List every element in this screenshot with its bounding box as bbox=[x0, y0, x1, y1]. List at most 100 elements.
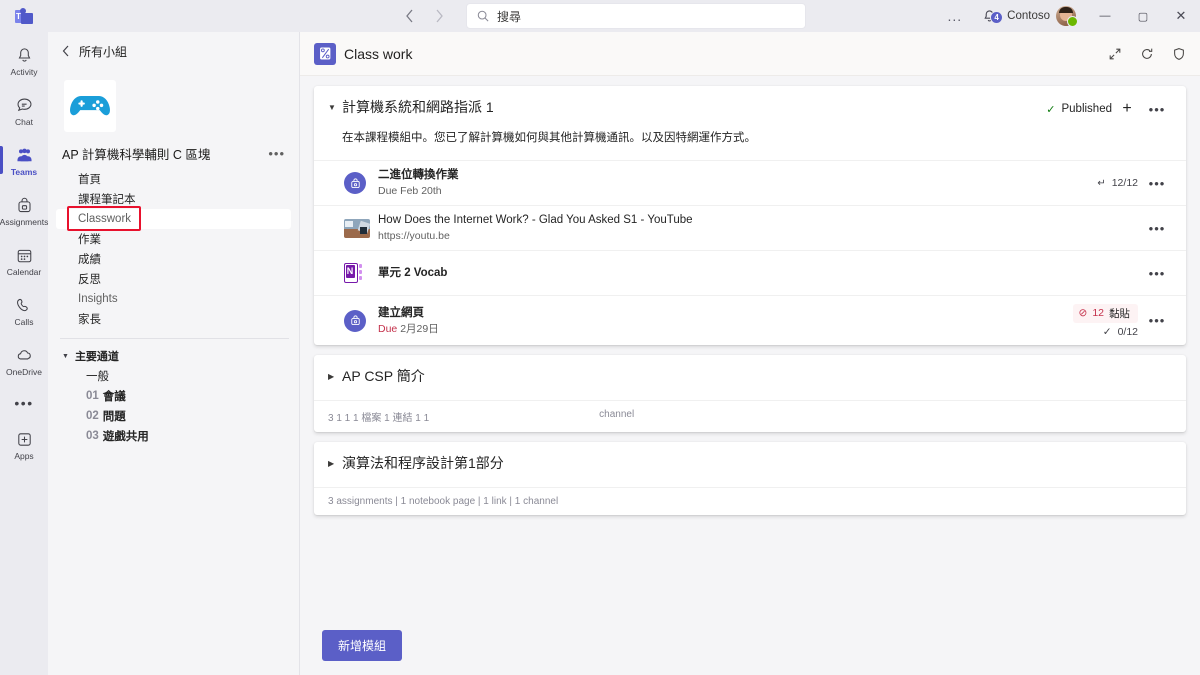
chevron-down-icon[interactable]: ▼ bbox=[328, 98, 342, 112]
add-resource-button[interactable]: + bbox=[1112, 100, 1142, 118]
rail-item-assignments[interactable]: Assignments bbox=[0, 186, 48, 236]
rail-label: Chat bbox=[15, 116, 33, 127]
minimize-button[interactable]: — bbox=[1086, 0, 1124, 32]
channel-label: 遊戲共用 bbox=[102, 431, 149, 443]
sidebar-item-label: Classwork bbox=[78, 213, 132, 225]
channel-item-03[interactable]: 03 遊戲共用 bbox=[56, 426, 291, 446]
sidebar-item-classwork[interactable]: Classwork bbox=[56, 206, 291, 231]
rail-item-activity[interactable]: Activity bbox=[0, 36, 48, 86]
assignment-icon bbox=[344, 309, 366, 332]
assignment-icon bbox=[344, 172, 366, 194]
search-placeholder: 搜尋 bbox=[497, 9, 522, 24]
published-label: Published bbox=[1061, 103, 1112, 115]
sidebar-item-home[interactable]: 首頁 bbox=[56, 169, 291, 189]
sidebar-item-label: 家長 bbox=[78, 314, 101, 326]
rail-item-calendar[interactable]: Calendar bbox=[0, 236, 48, 286]
add-module-button[interactable]: 新增模組 bbox=[322, 629, 403, 661]
check-icon: ✓ bbox=[1102, 325, 1112, 338]
pill-label: 黏貼 bbox=[1109, 307, 1130, 320]
channel-item-01[interactable]: 01 會議 bbox=[56, 386, 291, 406]
rail-item-onedrive[interactable]: OneDrive bbox=[0, 336, 48, 386]
main-header: Class work bbox=[300, 32, 1200, 76]
check-icon: ✓ bbox=[1046, 103, 1056, 116]
org-name-label: Contoso bbox=[1007, 10, 1050, 22]
module-card: ▶ 演算法和程序設計第1部分 3 assignments | 1 noteboo… bbox=[314, 442, 1186, 515]
close-button[interactable]: ✕ bbox=[1162, 0, 1200, 32]
channel-item-02[interactable]: 02 問題 bbox=[56, 406, 291, 426]
rail-label: OneDrive bbox=[6, 366, 42, 377]
item-more-button[interactable]: ••• bbox=[1142, 176, 1172, 191]
module-more-button[interactable]: ••• bbox=[1142, 102, 1172, 117]
search-icon bbox=[477, 10, 489, 22]
module-meta: 3 1 1 1 檔案 1 連結 1 1 channel bbox=[314, 400, 1186, 432]
channel-number: 02 bbox=[86, 410, 99, 422]
titlebar-more-button[interactable]: ... bbox=[937, 8, 972, 24]
footer-bar: 新增模組 bbox=[300, 615, 1200, 675]
sidebar-item-assignments[interactable]: 作業 bbox=[56, 229, 291, 249]
notifications-button[interactable]: 4 bbox=[972, 9, 1007, 24]
title-bar: T 搜尋 ... 4 Contoso — ▢ ✕ bbox=[0, 0, 1200, 32]
gamepad-icon bbox=[69, 91, 111, 121]
module-meta-extra: channel bbox=[599, 409, 635, 420]
module-header[interactable]: ▶ 演算法和程序設計第1部分 bbox=[314, 442, 1186, 487]
module-header[interactable]: ▼ 計算機系統和網路指派 1 在本課程模組中。您已了解計算機如何與其他計算機通訊… bbox=[314, 86, 1186, 146]
backpack-icon bbox=[15, 196, 34, 215]
rail-item-calls[interactable]: Calls bbox=[0, 286, 48, 336]
module-title: 計算機系統和網路指派 1 bbox=[342, 99, 494, 115]
shield-icon[interactable] bbox=[1172, 47, 1186, 61]
maximize-button[interactable]: ▢ bbox=[1124, 0, 1162, 32]
module-title: 演算法和程序設計第1部分 bbox=[342, 455, 504, 471]
sidebar-item-insights[interactable]: Insights bbox=[56, 289, 291, 309]
avatar[interactable] bbox=[1056, 6, 1078, 27]
turnin-value: 12/12 bbox=[1111, 177, 1138, 189]
search-input[interactable]: 搜尋 bbox=[466, 3, 806, 29]
list-item[interactable]: 建立網頁 Due 2月29日 ⊘ 12 黏貼 ✓ 0/12 ••• bbox=[314, 295, 1186, 345]
list-item[interactable]: N 單元 2 Vocab ••• bbox=[314, 250, 1186, 295]
sidebar-divider bbox=[60, 338, 289, 339]
item-more-button[interactable]: ••• bbox=[1142, 266, 1172, 281]
expand-icon[interactable] bbox=[1108, 47, 1122, 61]
channel-group-header[interactable]: ▼ 主要通道 bbox=[56, 346, 291, 366]
page-title: Class work bbox=[344, 45, 413, 62]
cloud-icon bbox=[15, 346, 34, 365]
sidebar-item-grades[interactable]: 成績 bbox=[56, 249, 291, 269]
back-to-teams-link[interactable]: 所有小組 bbox=[48, 34, 299, 68]
calendar-icon bbox=[15, 246, 34, 265]
item-more-button[interactable]: ••• bbox=[1142, 313, 1172, 328]
phone-icon bbox=[15, 296, 34, 315]
channel-label: 一般 bbox=[86, 371, 109, 383]
sidebar-item-parents[interactable]: 家長 bbox=[56, 309, 291, 329]
rail-item-chat[interactable]: Chat bbox=[0, 86, 48, 136]
module-meta-counts: 3 assignments | 1 notebook page | 1 link… bbox=[328, 496, 559, 507]
rail-more-button[interactable]: ••• bbox=[14, 386, 33, 420]
left-rail: Activity Chat Teams Assignments Calendar bbox=[0, 32, 48, 675]
back-button[interactable] bbox=[394, 2, 424, 30]
chevron-right-icon[interactable]: ▶ bbox=[328, 367, 342, 381]
graded-count: ✓ 0/12 bbox=[1103, 326, 1138, 338]
module-header[interactable]: ▶ AP CSP 簡介 bbox=[314, 355, 1186, 400]
rail-item-apps[interactable]: Apps bbox=[0, 420, 48, 470]
channel-item-general[interactable]: 一般 bbox=[56, 366, 291, 386]
list-item[interactable]: 二進位轉換作業 Due Feb 20th ↵ 12/12 ••• bbox=[314, 160, 1186, 205]
item-subtitle: Due 2月29日 bbox=[378, 322, 1073, 336]
item-subtitle: Due Feb 20th bbox=[378, 185, 442, 197]
channel-number: 01 bbox=[86, 390, 99, 402]
channel-group: ▼ 主要通道 一般 01 會議 02 問題 03 遊戲共用 bbox=[48, 346, 299, 446]
module-card: ▶ AP CSP 簡介 3 1 1 1 檔案 1 連結 1 1 channel bbox=[314, 355, 1186, 432]
forward-button[interactable] bbox=[424, 2, 454, 30]
refresh-icon[interactable] bbox=[1140, 47, 1154, 61]
item-more-button[interactable]: ••• bbox=[1142, 221, 1172, 236]
back-to-teams-label: 所有小組 bbox=[79, 44, 128, 59]
team-more-button[interactable]: ••• bbox=[268, 146, 287, 161]
sidebar-item-reflect[interactable]: 反思 bbox=[56, 269, 291, 289]
item-title: 二進位轉換作業 bbox=[378, 169, 459, 181]
rail-label: Activity bbox=[10, 66, 38, 77]
rail-label: Calendar bbox=[6, 266, 42, 277]
item-title: How Does the Internet Work? - Glad You A… bbox=[378, 214, 693, 226]
chevron-right-icon[interactable]: ▶ bbox=[328, 454, 342, 468]
onenote-icon: N bbox=[344, 263, 362, 283]
list-item[interactable]: How Does the Internet Work? - Glad You A… bbox=[314, 205, 1186, 250]
rail-item-teams[interactable]: Teams bbox=[0, 136, 48, 186]
due-date: 2月29日 bbox=[400, 322, 439, 335]
youtube-thumbnail-icon bbox=[344, 218, 370, 238]
